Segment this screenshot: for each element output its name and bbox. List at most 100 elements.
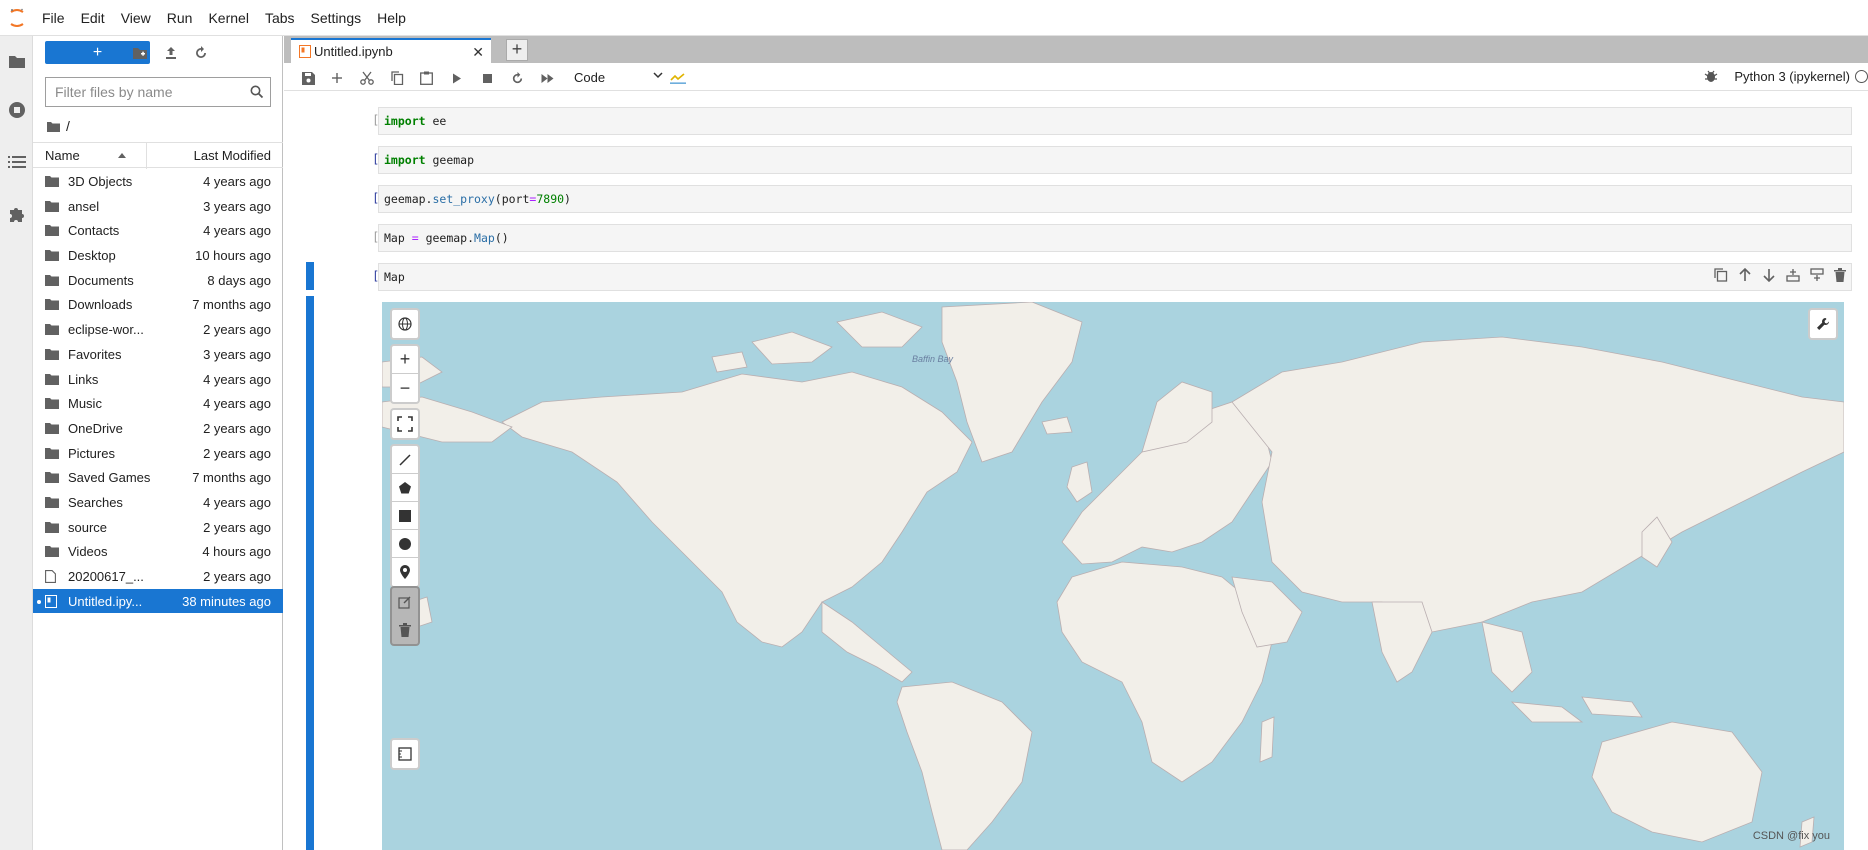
toolbar-control[interactable] [1808, 308, 1838, 340]
tab-untitled-notebook[interactable]: Untitled.ipynb ✕ [291, 38, 491, 63]
draw-marker-icon[interactable] [392, 558, 418, 586]
paste-button[interactable] [416, 68, 436, 88]
move-down-icon[interactable] [1762, 268, 1776, 282]
code-editor[interactable]: Map [378, 263, 1852, 291]
file-list-item[interactable]: Searches 4 years ago [33, 490, 283, 515]
code-cell[interactable]: [3]: geemap.set_proxy(port=7890) [284, 184, 1868, 214]
column-modified-header[interactable]: Last Modified [194, 148, 271, 163]
cell-type-select[interactable]: Code [574, 67, 664, 87]
menu-settings[interactable]: Settings [303, 0, 370, 36]
file-browser-tab[interactable] [0, 42, 33, 82]
delete-cell-icon[interactable] [1834, 268, 1846, 282]
duplicate-cell-icon[interactable] [1714, 268, 1728, 282]
breadcrumb-root[interactable]: / [66, 118, 70, 134]
fullscreen-control[interactable] [390, 408, 420, 440]
file-list-item[interactable]: Links 4 years ago [33, 367, 283, 392]
kernel-status-icon [1855, 70, 1868, 83]
draw-polygon-icon[interactable] [392, 474, 418, 502]
debugger-bug-icon[interactable] [1704, 69, 1718, 86]
notebook-icon [45, 594, 57, 611]
folder-icon [45, 298, 59, 313]
file-list-item[interactable]: 20200617_... 2 years ago [33, 564, 283, 589]
file-list-item[interactable]: Saved Games 7 months ago [33, 465, 283, 490]
wrench-icon[interactable] [1810, 310, 1836, 338]
output-collapser[interactable] [306, 296, 314, 850]
file-filter-input[interactable] [46, 78, 236, 106]
draw-polyline-icon[interactable] [392, 446, 418, 474]
menu-help[interactable]: Help [369, 0, 414, 36]
globe-control[interactable] [390, 308, 420, 340]
geemap-toolbar-button[interactable] [668, 68, 688, 88]
file-name: Saved Games [68, 470, 151, 486]
file-list-item[interactable]: Untitled.ipy... 38 minutes ago [33, 588, 283, 614]
menu-run[interactable]: Run [159, 0, 201, 36]
code-editor[interactable]: import ee [378, 107, 1852, 135]
file-list-item[interactable]: Downloads 7 months ago [33, 292, 283, 317]
move-up-icon[interactable] [1738, 268, 1752, 282]
fullscreen-icon[interactable] [392, 410, 418, 438]
new-folder-button[interactable] [128, 41, 152, 65]
edit-layers-icon[interactable] [392, 588, 418, 616]
activity-bar [0, 36, 33, 850]
file-name: Pictures [68, 445, 115, 461]
map-widget[interactable]: Baffin Bay + − CSDN @fix you [382, 302, 1844, 850]
close-tab-icon[interactable]: ✕ [472, 44, 484, 61]
file-list-item[interactable]: Music 4 years ago [33, 391, 283, 416]
file-list-item[interactable]: Desktop 10 hours ago [33, 243, 283, 268]
code-editor[interactable]: Map = geemap.Map() [378, 224, 1852, 252]
save-button[interactable] [298, 68, 318, 88]
code-cell[interactable]: [2]: import geemap [284, 145, 1868, 175]
file-list-item[interactable]: eclipse-wor... 2 years ago [33, 317, 283, 342]
file-list-item[interactable]: 3D Objects 4 years ago [33, 169, 283, 194]
code-cell[interactable]: [ ]: import ee [284, 106, 1868, 136]
menu-kernel[interactable]: Kernel [200, 0, 256, 36]
restart-kernel-button[interactable] [507, 68, 527, 88]
code-cell-active[interactable]: [8]: Map [284, 262, 1868, 292]
code-editor[interactable]: import geemap [378, 146, 1852, 174]
file-list-item[interactable]: Videos 4 hours ago [33, 539, 283, 564]
globe-icon[interactable] [392, 310, 418, 338]
extensions-tab[interactable] [0, 194, 33, 234]
code-cell[interactable]: [ ]: Map = geemap.Map() [284, 223, 1868, 253]
refresh-button[interactable] [189, 41, 213, 65]
code-editor[interactable]: geemap.set_proxy(port=7890) [378, 185, 1852, 213]
column-name-header[interactable]: Name [45, 148, 80, 163]
measure-control[interactable] [390, 738, 420, 770]
interrupt-kernel-button[interactable] [477, 68, 497, 88]
file-list-item[interactable]: Favorites 3 years ago [33, 342, 283, 367]
zoom-out-button[interactable]: − [392, 374, 418, 402]
file-list-item[interactable]: Documents 8 days ago [33, 268, 283, 293]
menu-file[interactable]: File [34, 0, 73, 36]
file-list-item[interactable]: Pictures 2 years ago [33, 441, 283, 466]
restart-run-all-button[interactable] [537, 68, 557, 88]
insert-below-icon[interactable] [1810, 268, 1824, 282]
upload-button[interactable] [159, 41, 183, 65]
new-tab-button[interactable]: + [506, 39, 528, 61]
menu-tabs[interactable]: Tabs [257, 0, 303, 36]
zoom-in-button[interactable]: + [392, 346, 418, 374]
delete-layers-icon[interactable] [392, 616, 418, 644]
world-basemap[interactable] [382, 302, 1844, 850]
file-list-item[interactable]: source 2 years ago [33, 515, 283, 540]
draw-rectangle-icon[interactable] [392, 502, 418, 530]
column-divider[interactable] [146, 143, 147, 169]
cut-button[interactable] [357, 68, 377, 88]
file-list-item[interactable]: Contacts 4 years ago [33, 218, 283, 243]
table-of-contents-tab[interactable] [0, 142, 33, 182]
run-cell-button[interactable] [447, 68, 467, 88]
britain-landmass [1066, 461, 1093, 503]
menu-view[interactable]: View [113, 0, 159, 36]
insert-above-icon[interactable] [1786, 268, 1800, 282]
insert-cell-button[interactable] [327, 68, 347, 88]
folder-icon [45, 471, 59, 486]
file-list-item[interactable]: OneDrive 2 years ago [33, 416, 283, 441]
home-folder-icon[interactable] [47, 121, 60, 132]
draw-circle-icon[interactable] [392, 530, 418, 558]
copy-button[interactable] [387, 68, 407, 88]
file-list-item[interactable]: ansel 3 years ago [33, 194, 283, 219]
running-sessions-tab[interactable] [0, 90, 33, 130]
kernel-name[interactable]: Python 3 (ipykernel) [1734, 69, 1850, 84]
menu-edit[interactable]: Edit [73, 0, 113, 36]
tab-label: Untitled.ipynb [314, 44, 393, 59]
ruler-icon[interactable] [392, 740, 418, 768]
